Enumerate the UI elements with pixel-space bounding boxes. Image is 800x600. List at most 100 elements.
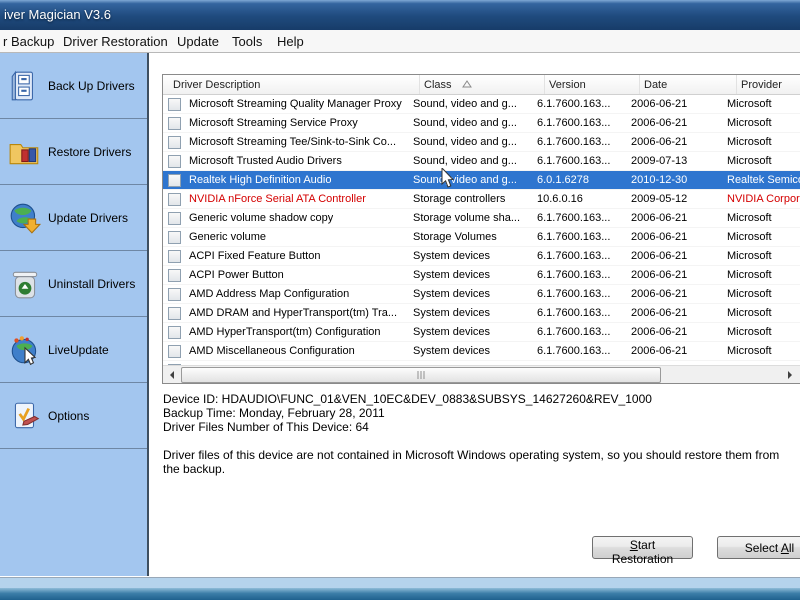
driver-description-text: Microsoft Streaming Tee/Sink-to-Sink Co.… — [189, 136, 397, 148]
table-row[interactable]: Microsoft Streaming Quality Manager Prox… — [163, 95, 800, 114]
driver-description-text: ACPI Fixed Feature Button — [189, 250, 321, 262]
menu-driver-restoration[interactable]: Driver Restoration — [60, 33, 171, 50]
sidebar-item-backup-drivers[interactable]: Back Up Drivers — [0, 53, 147, 119]
menu-bar: r Backup Driver Restoration Update Tools… — [0, 30, 800, 53]
table-row[interactable]: Generic volume shadow copy Storage volume… — [163, 209, 800, 228]
sidebar-item-label: Update Drivers — [48, 210, 129, 225]
driver-class-text: System devices — [413, 250, 491, 262]
table-row[interactable]: ACPI Fixed Feature Button System devices 6… — [163, 247, 800, 266]
driver-description-text: AMD DRAM and HyperTransport(tm) Tra... — [189, 307, 398, 319]
scroll-right-arrow[interactable] — [782, 366, 799, 383]
column-header-version[interactable]: Version — [545, 75, 640, 94]
liveupdate-globe-icon — [8, 333, 42, 367]
table-row[interactable]: ACPI Power Button System devices 6.1.7600.… — [163, 266, 800, 285]
driver-provider-text: Microsoft — [727, 345, 772, 357]
sidebar-item-uninstall-drivers[interactable]: Uninstall Drivers — [0, 251, 147, 317]
row-checkbox[interactable] — [168, 97, 181, 111]
driver-description-text: AMD Miscellaneous Configuration — [189, 345, 355, 357]
row-checkbox[interactable] — [168, 154, 181, 168]
driver-provider-text: Microsoft — [727, 136, 772, 148]
table-horizontal-scrollbar[interactable] — [163, 365, 800, 383]
driver-class-text: System devices — [413, 269, 491, 281]
table-row[interactable]: AMD Address Map Configuration System devi… — [163, 285, 800, 304]
driver-version-text: 6.0.1.6278 — [537, 174, 589, 186]
driver-version-text: 6.1.7600.163... — [537, 155, 611, 167]
driver-files-text: Driver Files Number of This Device: 64 — [163, 420, 369, 434]
driver-version-text: 6.1.7600.163... — [537, 98, 611, 110]
driver-description-text: Generic volume shadow copy — [189, 212, 334, 224]
scroll-left-arrow[interactable] — [163, 366, 180, 383]
table-row[interactable]: AMD Miscellaneous Configuration System de… — [163, 342, 800, 361]
row-checkbox[interactable] — [168, 173, 181, 187]
column-header-driver-description[interactable]: Driver Description — [163, 75, 420, 94]
sort-ascending-icon — [461, 79, 472, 91]
driver-provider-text: Microsoft — [727, 269, 772, 281]
driver-description-text: Realtek High Definition Audio — [189, 174, 332, 186]
start-restoration-button[interactable]: Start Restoration — [592, 536, 693, 566]
row-checkbox[interactable] — [168, 249, 181, 263]
select-all-button[interactable]: Select All — [717, 536, 800, 559]
menu-update[interactable]: Update — [174, 33, 222, 50]
driver-version-text: 6.1.7600.163... — [537, 288, 611, 300]
driver-date-text: 2006-06-21 — [631, 345, 688, 357]
driver-class-text: Storage Volumes — [413, 231, 497, 243]
driver-version-text: 6.1.7600.163... — [537, 326, 611, 338]
driver-version-text: 6.1.7600.163... — [537, 212, 611, 224]
row-checkbox[interactable] — [168, 211, 181, 225]
driver-provider-text: Realtek Semicon — [727, 174, 800, 186]
table-row[interactable]: Generic volume Storage Volumes 6.1.7600.16… — [163, 228, 800, 247]
menu-driver-backup[interactable]: r Backup — [0, 33, 57, 50]
row-checkbox[interactable] — [168, 306, 181, 320]
column-header-date[interactable]: Date — [640, 75, 737, 94]
backup-drive-icon — [8, 69, 42, 103]
row-checkbox[interactable] — [168, 287, 181, 301]
driver-date-text: 2006-06-21 — [631, 98, 688, 110]
sidebar-item-options[interactable]: Options — [0, 383, 147, 449]
table-row[interactable]: AMD HyperTransport(tm) Configuration Syst… — [163, 323, 800, 342]
restore-note-text: Driver files of this device are not cont… — [163, 448, 780, 476]
driver-class-text: Sound, video and g... — [413, 155, 517, 167]
driver-provider-text: Microsoft — [727, 250, 772, 262]
driver-table: Driver Description Class Version Date Pr… — [162, 74, 800, 384]
driver-date-text: 2009-07-13 — [631, 155, 688, 167]
table-row[interactable]: Microsoft Trusted Audio Drivers Sound, vi… — [163, 152, 800, 171]
row-checkbox[interactable] — [168, 325, 181, 339]
table-row[interactable]: NVIDIA nForce Serial ATA Controller Stora… — [163, 190, 800, 209]
driver-class-text: Sound, video and g... — [413, 136, 517, 148]
sidebar-item-restore-drivers[interactable]: Restore Drivers — [0, 119, 147, 185]
table-header-row: Driver Description Class Version Date Pr… — [163, 75, 800, 95]
driver-class-text: Sound, video and g... — [413, 117, 517, 129]
column-header-class[interactable]: Class — [420, 75, 545, 94]
driver-date-text: 2006-06-21 — [631, 288, 688, 300]
sidebar-item-label: Options — [48, 408, 90, 423]
driver-date-text: 2006-06-21 — [631, 212, 688, 224]
driver-description-text: NVIDIA nForce Serial ATA Controller — [189, 193, 366, 205]
driver-description-text: Microsoft Trusted Audio Drivers — [189, 155, 342, 167]
table-row[interactable]: Realtek High Definition Audio Sound, vide… — [163, 171, 800, 190]
row-checkbox[interactable] — [168, 230, 181, 244]
menu-tools[interactable]: Tools — [229, 33, 265, 50]
row-checkbox[interactable] — [168, 268, 181, 282]
driver-provider-text: Microsoft — [727, 307, 772, 319]
driver-class-text: Sound, video and g... — [413, 174, 517, 186]
driver-description-text: Microsoft Streaming Service Proxy — [189, 117, 358, 129]
driver-class-text: System devices — [413, 326, 491, 338]
sidebar-item-label: LiveUpdate — [48, 342, 109, 357]
table-row[interactable]: Microsoft Streaming Tee/Sink-to-Sink Co.… — [163, 133, 800, 152]
row-checkbox[interactable] — [168, 116, 181, 130]
driver-provider-text: Microsoft — [727, 231, 772, 243]
table-row[interactable]: Microsoft Streaming Service Proxy Sound, … — [163, 114, 800, 133]
driver-date-text: 2006-06-21 — [631, 136, 688, 148]
driver-version-text: 6.1.7600.163... — [537, 269, 611, 281]
sidebar-item-liveupdate[interactable]: LiveUpdate — [0, 317, 147, 383]
row-checkbox[interactable] — [168, 344, 181, 358]
table-row[interactable]: AMD DRAM and HyperTransport(tm) Tra... Sy… — [163, 304, 800, 323]
column-header-provider[interactable]: Provider — [737, 75, 800, 94]
row-checkbox[interactable] — [168, 135, 181, 149]
window-titlebar[interactable]: iver Magician V3.6 — [0, 0, 800, 30]
sidebar-item-update-drivers[interactable]: Update Drivers — [0, 185, 147, 251]
menu-help[interactable]: Help — [274, 33, 307, 50]
driver-provider-text: Microsoft — [727, 117, 772, 129]
row-checkbox[interactable] — [168, 192, 181, 206]
scrollbar-thumb[interactable] — [181, 367, 661, 383]
